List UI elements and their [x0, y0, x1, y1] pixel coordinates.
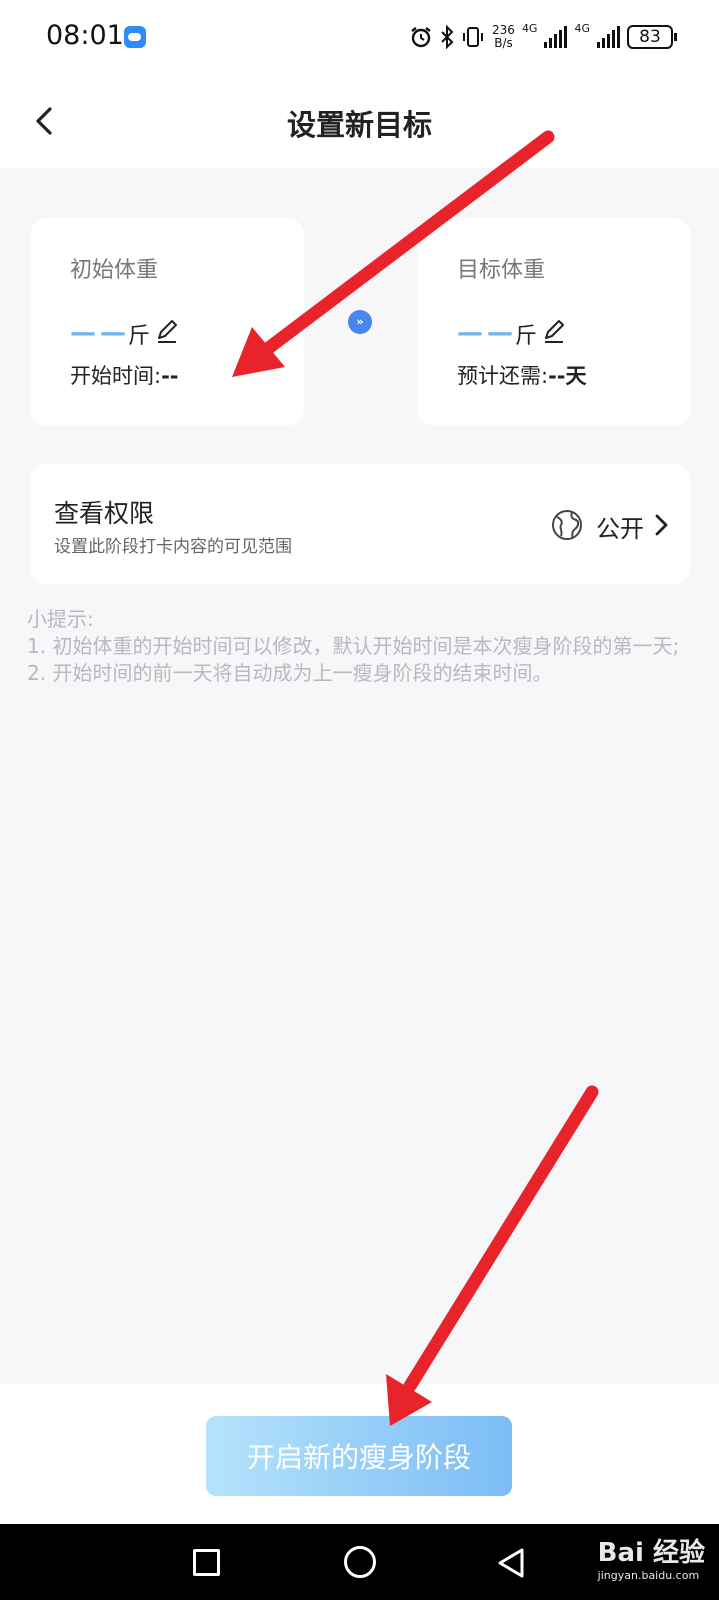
signal-icon-2	[597, 26, 620, 48]
status-time: 08:01	[46, 20, 124, 51]
tips-block: 小提示: 1. 初始体重的开始时间可以修改，默认开始时间是本次瘦身阶段的第一天;…	[27, 606, 697, 687]
recent-apps-icon[interactable]	[193, 1549, 220, 1576]
nav-back-icon[interactable]	[494, 1546, 528, 1580]
permission-value: 公开	[596, 515, 644, 543]
alarm-icon	[411, 27, 431, 48]
bluetooth-icon	[441, 25, 454, 49]
annotation-arrow-bottom	[386, 1085, 599, 1426]
double-arrow-icon: »	[348, 310, 372, 334]
target-weight-unit: 斤	[515, 324, 538, 349]
chevron-right-icon	[655, 514, 668, 536]
initial-weight-value: ——	[70, 318, 130, 348]
start-time[interactable]: 开始时间:--	[70, 360, 179, 390]
edit-icon[interactable]	[541, 318, 567, 344]
initial-weight-unit: 斤	[128, 324, 151, 349]
permission-title: 查看权限	[54, 499, 155, 528]
initial-weight-label: 初始体重	[70, 258, 159, 283]
tips-heading: 小提示:	[27, 607, 94, 631]
status-icons: 236 B/s 4G 4G 83	[409, 22, 677, 52]
globe-icon	[552, 510, 582, 540]
target-weight-label: 目标体重	[457, 258, 546, 283]
baidu-watermark: Bai 经验 jingyan.baidu.com	[597, 1538, 705, 1582]
start-new-phase-button[interactable]: 开启新的瘦身阶段	[206, 1416, 512, 1496]
target-weight-card[interactable]: 目标体重 —— 斤 预计还需:--天	[417, 218, 691, 426]
vibrate-icon	[463, 27, 484, 47]
view-permission-row[interactable]: 查看权限 设置此阶段打卡内容的可见范围 公开	[30, 464, 691, 584]
target-weight-value: ——	[457, 318, 517, 348]
home-icon[interactable]	[344, 1546, 376, 1578]
permission-description: 设置此阶段打卡内容的可见范围	[54, 537, 292, 557]
tips-line-2: 2. 开始时间的前一天将自动成为上一瘦身阶段的结束时间。	[27, 661, 553, 685]
weather-icon	[124, 26, 146, 48]
page-title: 设置新目标	[286, 108, 432, 142]
network-type-2: 4G	[574, 22, 590, 35]
top-header: 设置新目标	[0, 76, 719, 168]
remaining-days: 预计还需:--天	[457, 364, 587, 388]
signal-icon-1	[544, 26, 568, 48]
edit-icon[interactable]	[154, 318, 180, 344]
status-bar: 08:01 236 B/s 4G 4G 83	[0, 0, 719, 76]
tips-line-1: 1. 初始体重的开始时间可以修改，默认开始时间是本次瘦身阶段的第一天;	[27, 634, 680, 658]
net-speed: 236 B/s	[492, 23, 515, 50]
initial-weight-card[interactable]: 初始体重 —— 斤 开始时间:--	[30, 218, 304, 426]
bottom-action-area: 开启新的瘦身阶段	[0, 1384, 719, 1524]
network-type-1: 4G	[521, 22, 538, 35]
system-nav-bar: Bai 经验 jingyan.baidu.com	[0, 1524, 719, 1600]
battery-icon: 83	[627, 25, 677, 49]
